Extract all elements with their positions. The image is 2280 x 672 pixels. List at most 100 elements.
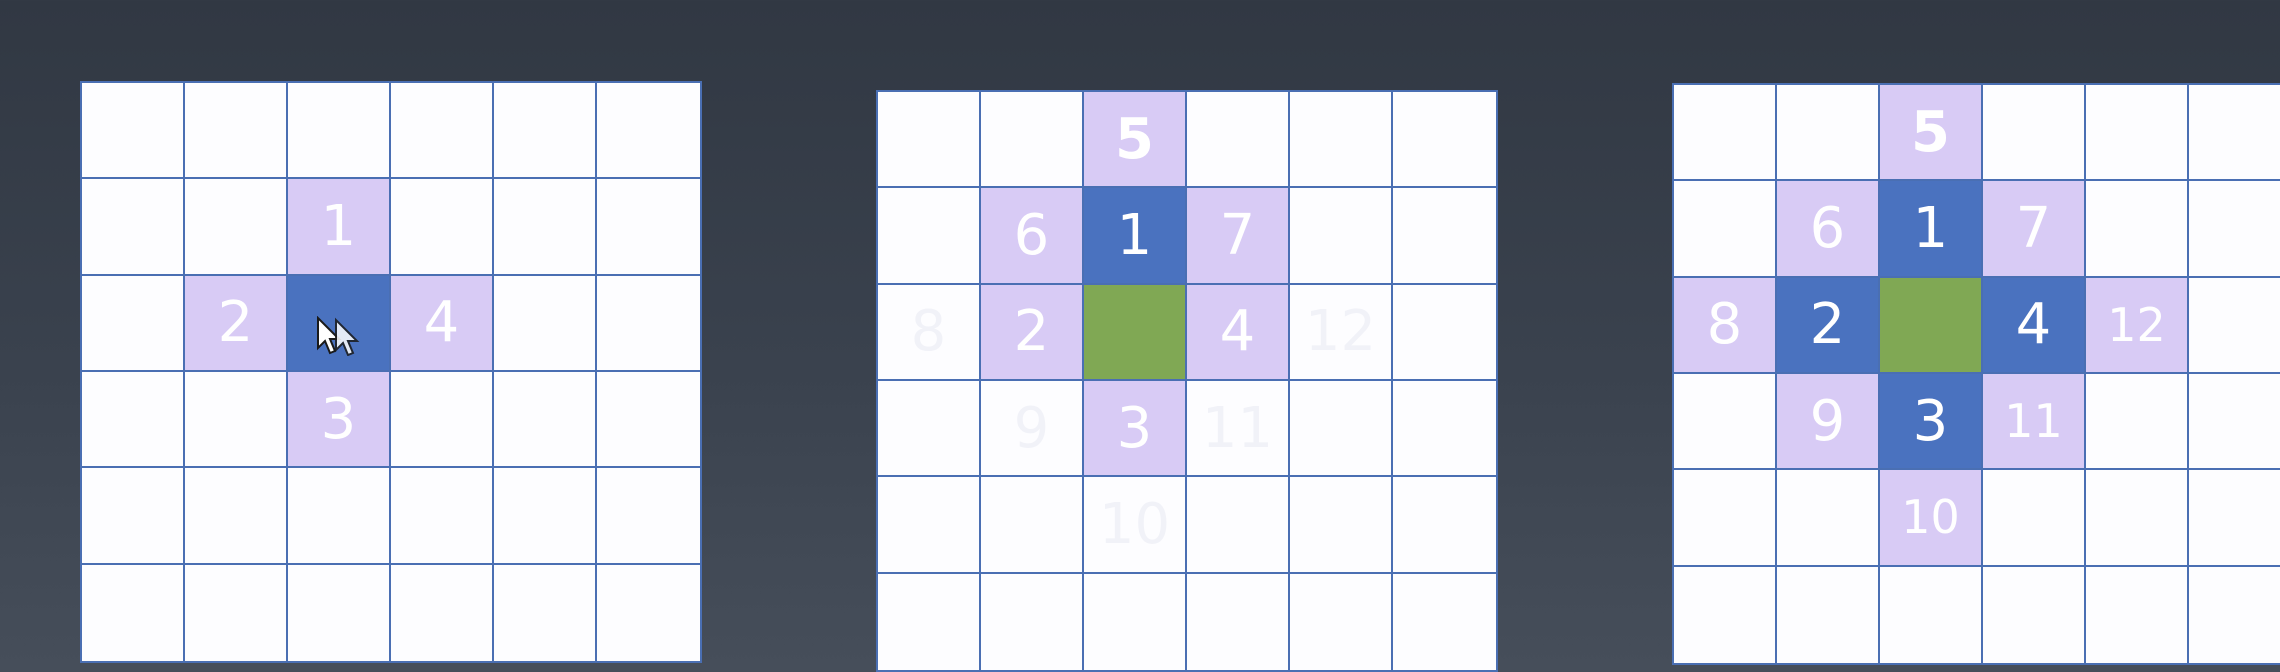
grid-cell-empty — [185, 179, 288, 276]
grid-cell-empty — [2086, 566, 2189, 663]
grid-cell-empty — [288, 83, 391, 180]
grid-cell-empty — [288, 564, 391, 661]
grid-cell-neighbor: 4 — [1187, 284, 1290, 381]
grid-cell-ghost: 9 — [981, 381, 1084, 478]
grid-cell-empty — [391, 179, 494, 276]
grid-cell-empty — [1393, 284, 1496, 381]
grid-cell-empty — [597, 83, 700, 180]
grid-cell-empty — [1393, 188, 1496, 285]
grid-cell-empty — [597, 275, 700, 372]
grid-cell-active: 4 — [1983, 277, 2086, 374]
grid-cell-empty — [2189, 374, 2280, 471]
grid-cell-empty — [2189, 277, 2280, 374]
grid-cell-neighbor: 10 — [1880, 470, 1983, 567]
grid-cell-empty — [1674, 85, 1777, 182]
grid-cell-neighbor: 6 — [1777, 181, 1880, 278]
grid-cell-neighbor: 9 — [1777, 374, 1880, 471]
grid-cell-empty — [2189, 470, 2280, 567]
grid-cell-empty — [494, 179, 597, 276]
grid-cell-empty — [494, 83, 597, 180]
grid-cell-ghost: 11 — [1187, 381, 1290, 478]
grid-cell-empty — [1777, 470, 1880, 567]
grid-cell-neighbor: 1 — [288, 179, 391, 276]
grid-cell-empty — [2086, 85, 2189, 182]
grid-cell-active — [288, 275, 391, 372]
grid-cell-empty — [391, 468, 494, 565]
grid-cell-empty — [2189, 85, 2280, 182]
grid-cell-empty — [2086, 374, 2189, 471]
grid-cell-empty — [597, 468, 700, 565]
grid-cell-empty — [1880, 566, 1983, 663]
grid-cell-neighbor: 4 — [391, 275, 494, 372]
grid-cell-empty — [185, 468, 288, 565]
grid-step-3: 5 6 1 7 8 2 4 12 9 3 11 10 — [1672, 83, 2280, 665]
grid-cell-empty — [185, 564, 288, 661]
grid-cell-ghost: 12 — [1290, 284, 1393, 381]
grid-cell-empty — [2189, 181, 2280, 278]
grid-cell-empty — [82, 564, 185, 661]
grid-cell-empty — [1187, 573, 1290, 670]
grid-cell-active: 1 — [1880, 181, 1983, 278]
grid-cell-empty — [494, 275, 597, 372]
grid-cell-neighbor: 3 — [288, 372, 391, 469]
grid-cell-empty — [82, 372, 185, 469]
grid-cell-empty — [391, 564, 494, 661]
grid-cell-empty — [1674, 566, 1777, 663]
grid-cell-neighbor: 2 — [981, 284, 1084, 381]
grid-cell-empty — [1674, 181, 1777, 278]
grid-cell-empty — [1290, 92, 1393, 189]
grid-cell-empty — [391, 372, 494, 469]
grid-cell-empty — [494, 468, 597, 565]
grid-cell-neighbor: 3 — [1084, 381, 1187, 478]
grid-cell-empty — [597, 564, 700, 661]
grid-cell-neighbor: 12 — [2086, 277, 2189, 374]
grid-step-2: 5 6 1 7 8 2 4 12 9 3 11 10 — [876, 90, 1498, 672]
grid-cell-empty — [597, 372, 700, 469]
grid-cell-center — [1084, 284, 1187, 381]
grid-cell-empty — [1290, 188, 1393, 285]
grid-cell-empty — [1393, 573, 1496, 670]
grid-cell-empty — [82, 468, 185, 565]
grid-cell-empty — [981, 477, 1084, 574]
grid-cell-neighbor: 5 — [1084, 92, 1187, 189]
grid-cell-empty — [391, 83, 494, 180]
grid-cell-empty — [1777, 85, 1880, 182]
grid-cell-empty — [1393, 381, 1496, 478]
grid-cell-empty — [1674, 470, 1777, 567]
grid-cell-empty — [1393, 477, 1496, 574]
grid-cell-empty — [1983, 85, 2086, 182]
grid-cell-empty — [2189, 566, 2280, 663]
grid-cell-neighbor: 7 — [1983, 181, 2086, 278]
grid-cell-empty — [494, 564, 597, 661]
grid-cell-center — [1880, 277, 1983, 374]
grid-cell-empty — [1674, 374, 1777, 471]
grid-cell-ghost: 10 — [1084, 477, 1187, 574]
grid-cell-empty — [1084, 573, 1187, 670]
grid-cell-empty — [1187, 92, 1290, 189]
cursor-icon — [317, 315, 360, 356]
grid-cell-empty — [1777, 566, 1880, 663]
grid-cell-empty — [185, 83, 288, 180]
grid-cell-empty — [597, 179, 700, 276]
grid-step-1: 12 43 — [80, 81, 702, 663]
grid-cell-active: 3 — [1880, 374, 1983, 471]
grid-cell-neighbor: 6 — [981, 188, 1084, 285]
grid-cell-empty — [82, 275, 185, 372]
grid-cell-empty — [1983, 566, 2086, 663]
grid-cell-neighbor: 2 — [185, 275, 288, 372]
grid-cell-empty — [2086, 470, 2189, 567]
grid-cell-empty — [878, 477, 981, 574]
grid-cell-empty — [1393, 92, 1496, 189]
grid-cell-empty — [82, 179, 185, 276]
grid-cell-neighbor: 7 — [1187, 188, 1290, 285]
grid-cell-empty — [981, 92, 1084, 189]
grid-cell-empty — [82, 83, 185, 180]
grid-cell-empty — [1290, 573, 1393, 670]
grid-cell-active: 1 — [1084, 188, 1187, 285]
grid-cell-empty — [878, 381, 981, 478]
grid-cell-neighbor: 8 — [1674, 277, 1777, 374]
grid-cell-neighbor: 5 — [1880, 85, 1983, 182]
grid-cell-empty — [494, 372, 597, 469]
grid-cell-empty — [1290, 477, 1393, 574]
grid-cell-empty — [878, 573, 981, 670]
